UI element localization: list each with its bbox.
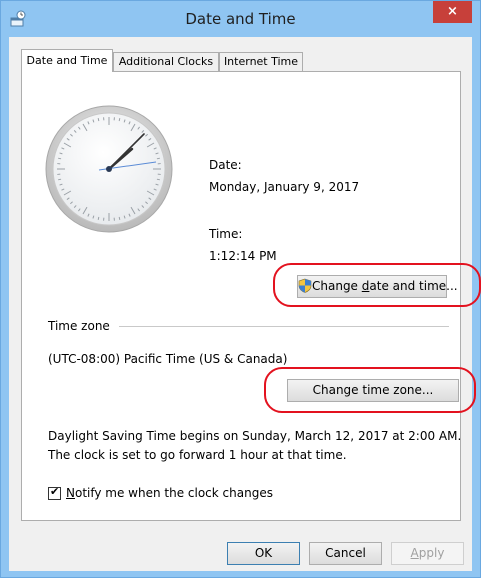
time-value: 1:12:14 PM <box>209 249 277 263</box>
dst-line-2: The clock is set to go forward 1 hour at… <box>48 448 347 462</box>
dialog-client-area: Date and Time Additional Clocks Internet… <box>9 37 481 571</box>
notify-accel: N <box>66 486 75 500</box>
tab-additional-clocks[interactable]: Additional Clocks <box>113 52 219 71</box>
time-label: Time: <box>209 227 243 241</box>
date-value: Monday, January 9, 2017 <box>209 180 360 194</box>
notify-checkbox[interactable]: ✔ <box>48 485 61 500</box>
clock-tick <box>97 216 100 220</box>
clock-tick <box>97 118 100 122</box>
clock-tick <box>118 216 121 220</box>
clock-tick <box>58 157 62 160</box>
close-button[interactable]: × <box>433 1 472 23</box>
tab-panel: Date: Monday, January 9, 2017 Time: 1:12… <box>21 71 481 521</box>
tab-date-and-time[interactable]: Date and Time <box>21 49 113 72</box>
highlight-change-date-time <box>273 263 481 307</box>
clock-tick <box>156 178 160 181</box>
ok-button[interactable]: OK <box>227 542 300 565</box>
apply-label-rest: pply <box>418 546 445 560</box>
tab-internet-time[interactable]: Internet Time <box>219 52 303 71</box>
apply-button[interactable]: Apply <box>391 542 464 565</box>
apply-accel: A <box>410 546 419 560</box>
cancel-button[interactable]: Cancel <box>309 542 382 565</box>
checkmark-icon: ✔ <box>50 485 60 498</box>
notify-label: Notify me when the clock changes <box>66 486 273 500</box>
clock-tick <box>58 178 62 181</box>
window-title: Date and Time <box>185 10 296 28</box>
title-bar: Date and Time × <box>1 1 480 37</box>
dst-line-1: Daylight Saving Time begins on Sunday, M… <box>48 429 462 443</box>
clock-tick <box>156 157 160 160</box>
date-time-window: Date and Time × Date and Time Additional… <box>0 0 481 578</box>
time-zone-divider <box>119 326 449 327</box>
clock-tick <box>118 118 121 122</box>
time-zone-value: (UTC-08:00) Pacific Time (US & Canada) <box>48 352 288 366</box>
close-icon: × <box>447 4 458 19</box>
analog-clock <box>45 105 173 233</box>
highlight-change-time-zone <box>264 367 476 413</box>
time-zone-group-label: Time zone <box>48 319 110 333</box>
notify-label-rest: otify me when the clock changes <box>74 486 273 500</box>
date-label: Date: <box>209 158 242 172</box>
